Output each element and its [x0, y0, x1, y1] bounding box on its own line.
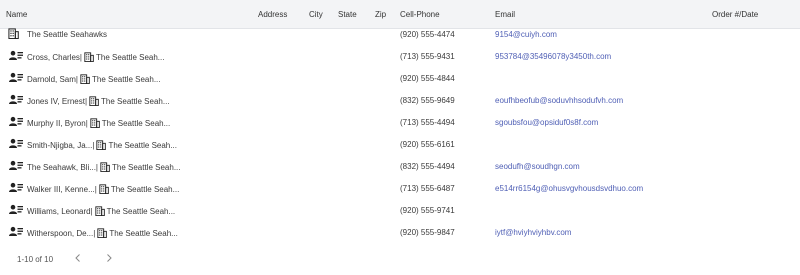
cell-phone: (713) 555-9431 — [400, 52, 455, 61]
company-name[interactable]: The Seattle Seah... — [96, 53, 165, 62]
building-icon — [89, 96, 99, 108]
contact-name[interactable]: The Seahawk, Bli... — [27, 163, 96, 172]
table-row[interactable]: Murphy II, Byron| The Seattle Seah... (713… — [0, 112, 800, 134]
name-separator: | — [92, 141, 95, 150]
contact-name[interactable]: Cross, Charles — [27, 53, 80, 62]
contact-name[interactable]: Witherspoon, De... — [27, 229, 93, 238]
email-link[interactable]: eoufhbeofub@soduvhhsodufvh.com — [495, 96, 623, 105]
contact-card-icon — [8, 182, 24, 196]
building-icon — [97, 228, 108, 240]
company-name[interactable]: The Seattle Seah... — [109, 229, 178, 238]
building-icon — [99, 184, 109, 196]
company-name[interactable]: The Seattle Seah... — [101, 97, 170, 106]
cell-phone: (920) 555-4844 — [400, 74, 455, 83]
column-header-city[interactable]: City — [309, 10, 323, 19]
contact-name[interactable]: Jones IV, Ernest — [27, 97, 85, 106]
company-name[interactable]: The Seattle Seah... — [102, 119, 171, 128]
table-row[interactable]: The Seattle Seahawks (920) 555-4474 9154@c… — [0, 24, 800, 46]
email-link[interactable]: iytf@hviyhviyhbv.com — [495, 228, 571, 237]
email-link[interactable]: e514rr6154g@ohusvgvhousdsvdhuo.com — [495, 184, 643, 193]
email-link[interactable]: 953784@35496078y3450th.com — [495, 52, 611, 61]
company-name[interactable]: The Seattle Seah... — [111, 185, 180, 194]
contact-name[interactable]: Williams, Leonard — [27, 207, 91, 216]
contact-card-icon — [8, 94, 24, 108]
name-separator: | — [90, 207, 93, 216]
table-row[interactable]: Walker III, Kenne...| The Seattle Seah...… — [0, 178, 800, 200]
cell-phone: (920) 555-9741 — [400, 206, 455, 215]
cell-phone: (920) 555-6161 — [400, 140, 455, 149]
table-row[interactable]: Cross, Charles| The Seattle Seah... (713) … — [0, 46, 800, 68]
building-icon — [96, 140, 107, 152]
company-name[interactable]: The Seattle Seah... — [92, 75, 161, 84]
cell-phone: (920) 555-9847 — [400, 228, 455, 237]
company-name[interactable]: The Seattle Seah... — [112, 163, 181, 172]
email-link[interactable]: seodufh@soudhgn.com — [495, 162, 580, 171]
contact-name[interactable]: Darnold, Sam — [27, 75, 76, 84]
column-header-name[interactable]: Name — [6, 10, 27, 19]
name-separator: | — [75, 75, 78, 84]
column-header-zip[interactable]: Zip — [375, 10, 386, 19]
table-row[interactable]: Williams, Leonard| The Seattle Seah... (92… — [0, 200, 800, 222]
contact-name[interactable]: The Seattle Seahawks — [27, 30, 107, 39]
cell-phone: (920) 555-4474 — [400, 30, 455, 39]
contact-name[interactable]: Walker III, Kenne... — [27, 185, 95, 194]
contact-name-group: Smith-Njigba, Ja...| The Seattle Seah... — [27, 140, 177, 152]
building-icon — [90, 118, 100, 130]
cell-phone: (713) 555-6487 — [400, 184, 455, 193]
contact-name-group: Jones IV, Ernest| The Seattle Seah... — [27, 96, 170, 108]
column-header-order-date[interactable]: Order #/Date — [712, 10, 758, 19]
company-name[interactable]: The Seattle Seah... — [107, 207, 176, 216]
contact-name-group: Williams, Leonard| The Seattle Seah... — [27, 206, 175, 218]
building-icon — [80, 74, 90, 86]
building-icon — [8, 28, 19, 41]
email-link[interactable]: 9154@cuiyh.com — [495, 30, 557, 39]
company-name[interactable]: The Seattle Seah... — [108, 141, 177, 150]
contact-card-icon — [8, 50, 24, 64]
building-icon — [100, 162, 110, 174]
contact-card-icon — [8, 204, 24, 218]
name-separator: | — [94, 185, 97, 194]
contact-name-group: Darnold, Sam| The Seattle Seah... — [27, 74, 161, 86]
building-icon — [84, 52, 94, 64]
contact-name-group: Walker III, Kenne...| The Seattle Seah... — [27, 184, 179, 196]
column-header-email[interactable]: Email — [495, 10, 515, 19]
chevron-right-icon[interactable] — [103, 252, 115, 264]
cell-phone: (713) 555-4494 — [400, 118, 455, 127]
name-separator: | — [79, 53, 82, 62]
contact-card-icon — [8, 72, 24, 86]
table-row[interactable]: Smith-Njigba, Ja...| The Seattle Seah... (… — [0, 134, 800, 156]
table-row[interactable]: Witherspoon, De...| The Seattle Seah... (9… — [0, 222, 800, 244]
contact-name[interactable]: Murphy II, Byron — [27, 119, 86, 128]
cell-phone: (832) 555-4494 — [400, 162, 455, 171]
column-header-cell-phone[interactable]: Cell-Phone — [400, 10, 440, 19]
chevron-left-icon[interactable] — [72, 252, 84, 264]
contact-card-icon — [8, 160, 24, 174]
contact-card-icon — [8, 226, 24, 240]
building-icon — [95, 206, 105, 218]
name-separator: | — [95, 163, 98, 172]
contact-card-icon — [8, 138, 24, 152]
contact-name[interactable]: Smith-Njigba, Ja... — [27, 141, 92, 150]
contact-name-group: Cross, Charles| The Seattle Seah... — [27, 52, 164, 64]
name-separator: | — [93, 229, 96, 238]
table-row[interactable]: Darnold, Sam| The Seattle Seah... (920) 55… — [0, 68, 800, 90]
contact-name-group: Murphy II, Byron| The Seattle Seah... — [27, 118, 170, 130]
email-link[interactable]: sgoubsfou@opsiduf0s8f.com — [495, 118, 598, 127]
table-row[interactable]: The Seahawk, Bli...| The Seattle Seah... (… — [0, 156, 800, 178]
contact-name-group: The Seahawk, Bli...| The Seattle Seah... — [27, 162, 181, 174]
table-row[interactable]: Jones IV, Ernest| The Seattle Seah... (832… — [0, 90, 800, 112]
cell-phone: (832) 555-9649 — [400, 96, 455, 105]
column-header-address[interactable]: Address — [258, 10, 287, 19]
column-header-state[interactable]: State — [338, 10, 357, 19]
pagination-label: 1-10 of 10 — [17, 255, 54, 264]
contact-name-group: Witherspoon, De...| The Seattle Seah... — [27, 228, 178, 240]
contact-card-icon — [8, 116, 24, 130]
name-separator: | — [85, 119, 88, 128]
pagination-bar: 1-10 of 10 — [0, 250, 800, 270]
name-separator: | — [84, 97, 88, 106]
